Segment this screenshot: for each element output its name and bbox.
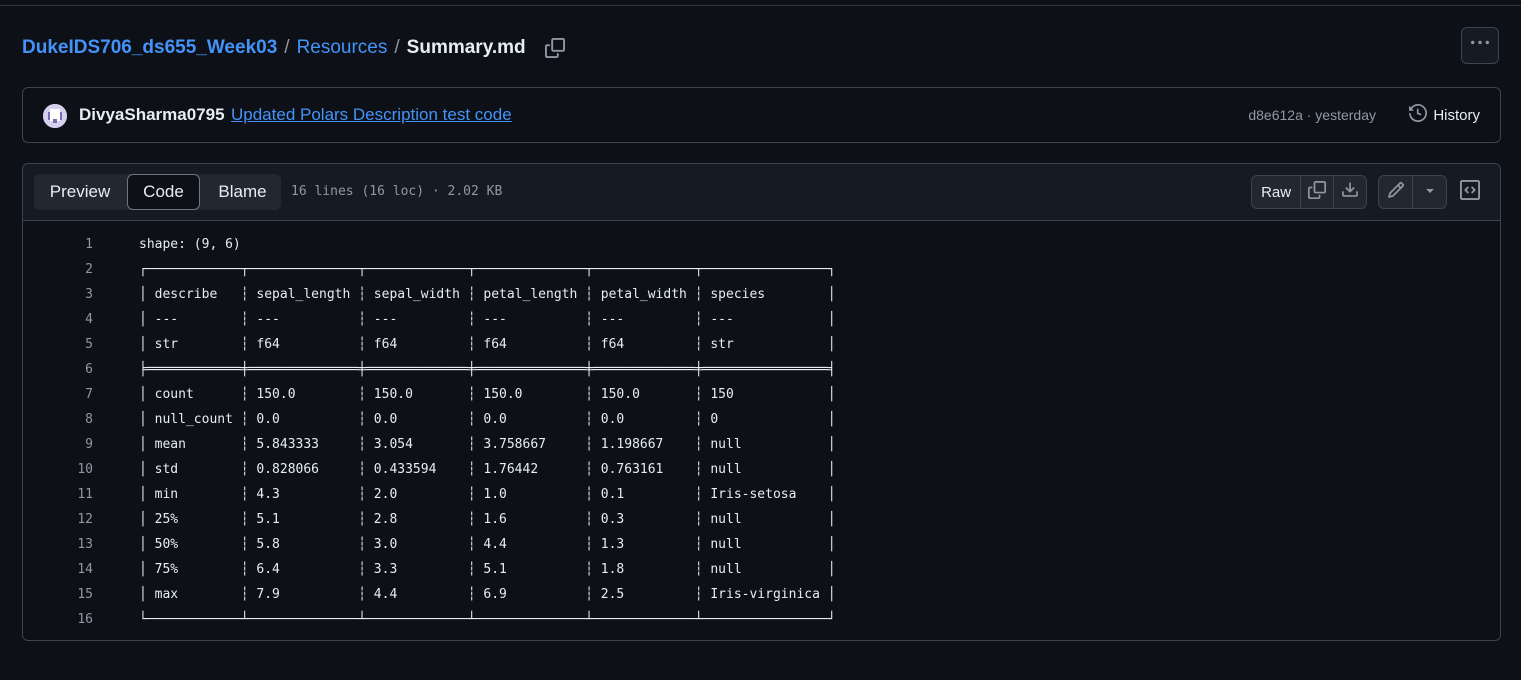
symbols-panel-button[interactable]	[1459, 179, 1481, 205]
line-content: │ 25% ┆ 5.1 ┆ 2.8 ┆ 1.6 ┆ 0.3 ┆ null │	[139, 512, 836, 527]
history-icon	[1409, 103, 1428, 126]
line-number[interactable]: 6	[23, 357, 93, 382]
line-number[interactable]: 8	[23, 407, 93, 432]
code-line: 13 │ 50% ┆ 5.8 ┆ 3.0 ┆ 4.4 ┆ 1.3 ┆ null │	[23, 532, 1500, 557]
pencil-icon	[1387, 181, 1405, 203]
commit-message-link[interactable]: Updated Polars Description test code	[231, 105, 512, 125]
line-number[interactable]: 5	[23, 332, 93, 357]
code-line: 2 ┌────────────┬──────────────┬──────────…	[23, 257, 1500, 282]
more-options-button[interactable]	[1461, 27, 1499, 64]
breadcrumb-folder-link[interactable]: Resources	[297, 37, 388, 59]
line-number[interactable]: 3	[23, 282, 93, 307]
line-content: shape: (9, 6)	[139, 237, 241, 252]
file-viewer: Preview Code Blame 16 lines (16 loc) · 2…	[22, 163, 1501, 641]
raw-actions-group: Raw	[1251, 175, 1367, 209]
code-line: 15 │ max ┆ 7.9 ┆ 4.4 ┆ 6.9 ┆ 2.5 ┆ Iris-v…	[23, 582, 1500, 607]
top-divider	[0, 5, 1521, 6]
edit-actions-group	[1378, 175, 1447, 209]
line-content: │ std ┆ 0.828066 ┆ 0.433594 ┆ 1.76442 ┆ …	[139, 462, 836, 477]
line-content: └────────────┴──────────────┴───────────…	[139, 612, 836, 627]
code-line: 6 ╞════════════╪══════════════╪══════════…	[23, 357, 1500, 382]
file-header: Preview Code Blame 16 lines (16 loc) · 2…	[23, 164, 1500, 221]
code-line: 11 │ min ┆ 4.3 ┆ 2.0 ┆ 1.0 ┆ 0.1 ┆ Iris-s…	[23, 482, 1500, 507]
code-line: 7 │ count ┆ 150.0 ┆ 150.0 ┆ 150.0 ┆ 150.0…	[23, 382, 1500, 407]
line-content: │ str ┆ f64 ┆ f64 ┆ f64 ┆ f64 ┆ str │	[139, 337, 836, 352]
code-line: 9 │ mean ┆ 5.843333 ┆ 3.054 ┆ 3.758667 ┆ …	[23, 432, 1500, 457]
breadcrumb-repo-link[interactable]: DukeIDS706_ds655_Week03	[22, 37, 277, 59]
line-content: │ --- ┆ --- ┆ --- ┆ --- ┆ --- ┆ --- │	[139, 312, 836, 327]
kebab-horizontal-icon	[1471, 34, 1489, 57]
line-number[interactable]: 16	[23, 607, 93, 632]
line-number[interactable]: 11	[23, 482, 93, 507]
breadcrumb-separator: /	[284, 37, 290, 58]
line-content: │ mean ┆ 5.843333 ┆ 3.054 ┆ 3.758667 ┆ 1…	[139, 437, 836, 452]
edit-menu-button[interactable]	[1413, 176, 1446, 208]
line-number[interactable]: 13	[23, 532, 93, 557]
code-line: 1 shape: (9, 6)	[23, 232, 1500, 257]
commit-author[interactable]: DivyaSharma0795	[79, 105, 225, 125]
breadcrumb-file-name: Summary.md	[406, 37, 526, 58]
code-line: 5 │ str ┆ f64 ┆ f64 ┆ f64 ┆ f64 ┆ str │	[23, 332, 1500, 357]
tab-blame[interactable]: Blame	[204, 174, 281, 210]
code-line: 3 │ describe ┆ sepal_length ┆ sepal_width…	[23, 282, 1500, 307]
line-content: ┌────────────┬──────────────┬───────────…	[139, 262, 836, 277]
copy-raw-button[interactable]	[1301, 176, 1334, 208]
commit-sha-time[interactable]: d8e612a · yesterday	[1248, 107, 1376, 123]
download-icon	[1341, 181, 1359, 203]
line-number[interactable]: 1	[23, 232, 93, 257]
line-content: │ 75% ┆ 6.4 ┆ 3.3 ┆ 5.1 ┆ 1.8 ┆ null │	[139, 562, 836, 577]
line-content: │ 50% ┆ 5.8 ┆ 3.0 ┆ 4.4 ┆ 1.3 ┆ null │	[139, 537, 836, 552]
line-number[interactable]: 12	[23, 507, 93, 532]
history-button[interactable]: History	[1409, 103, 1480, 126]
tab-preview[interactable]: Preview	[34, 174, 126, 210]
code-line: 14 │ 75% ┆ 6.4 ┆ 3.3 ┆ 5.1 ┆ 1.8 ┆ null │	[23, 557, 1500, 582]
avatar[interactable]	[43, 104, 67, 128]
triangle-down-icon	[1422, 182, 1438, 202]
line-number[interactable]: 14	[23, 557, 93, 582]
line-number[interactable]: 4	[23, 307, 93, 332]
file-info: 16 lines (16 loc) · 2.02 KB	[291, 184, 503, 199]
code-square-icon	[1460, 179, 1480, 205]
code-line: 12 │ 25% ┆ 5.1 ┆ 2.8 ┆ 1.6 ┆ 0.3 ┆ null │	[23, 507, 1500, 532]
download-button[interactable]	[1334, 176, 1366, 208]
latest-commit-bar: DivyaSharma0795 Updated Polars Descripti…	[22, 87, 1501, 143]
code-line: 8 │ null_count ┆ 0.0 ┆ 0.0 ┆ 0.0 ┆ 0.0 ┆ …	[23, 407, 1500, 432]
code-line: 16 └────────────┴──────────────┴─────────…	[23, 607, 1500, 632]
code-view[interactable]: 1 shape: (9, 6) 2 ┌────────────┬──────────…	[23, 232, 1500, 632]
line-number[interactable]: 9	[23, 432, 93, 457]
breadcrumb-separator: /	[394, 37, 400, 58]
breadcrumb: DukeIDS706_ds655_Week03 / Resources / Su…	[22, 35, 566, 61]
raw-button[interactable]: Raw	[1252, 176, 1302, 208]
view-mode-switch: Preview Code Blame	[34, 174, 281, 210]
line-content: │ count ┆ 150.0 ┆ 150.0 ┆ 150.0 ┆ 150.0 …	[139, 387, 836, 402]
line-content: │ null_count ┆ 0.0 ┆ 0.0 ┆ 0.0 ┆ 0.0 ┆ 0…	[139, 412, 836, 427]
line-number[interactable]: 2	[23, 257, 93, 282]
code-line: 4 │ --- ┆ --- ┆ --- ┆ --- ┆ --- ┆ --- │	[23, 307, 1500, 332]
copy-icon	[1307, 181, 1326, 203]
edit-file-button[interactable]	[1379, 176, 1413, 208]
code-line: 10 │ std ┆ 0.828066 ┆ 0.433594 ┆ 1.76442 …	[23, 457, 1500, 482]
copy-icon[interactable]	[544, 37, 566, 59]
line-content: │ describe ┆ sepal_length ┆ sepal_width …	[139, 287, 836, 302]
line-content: │ min ┆ 4.3 ┆ 2.0 ┆ 1.0 ┆ 0.1 ┆ Iris-set…	[139, 487, 836, 502]
line-content: ╞════════════╪══════════════╪═══════════…	[139, 362, 836, 377]
line-content: │ max ┆ 7.9 ┆ 4.4 ┆ 6.9 ┆ 2.5 ┆ Iris-vir…	[139, 587, 836, 602]
line-number[interactable]: 10	[23, 457, 93, 482]
tab-code[interactable]: Code	[127, 174, 200, 210]
line-number[interactable]: 7	[23, 382, 93, 407]
history-label: History	[1433, 106, 1480, 124]
line-number[interactable]: 15	[23, 582, 93, 607]
